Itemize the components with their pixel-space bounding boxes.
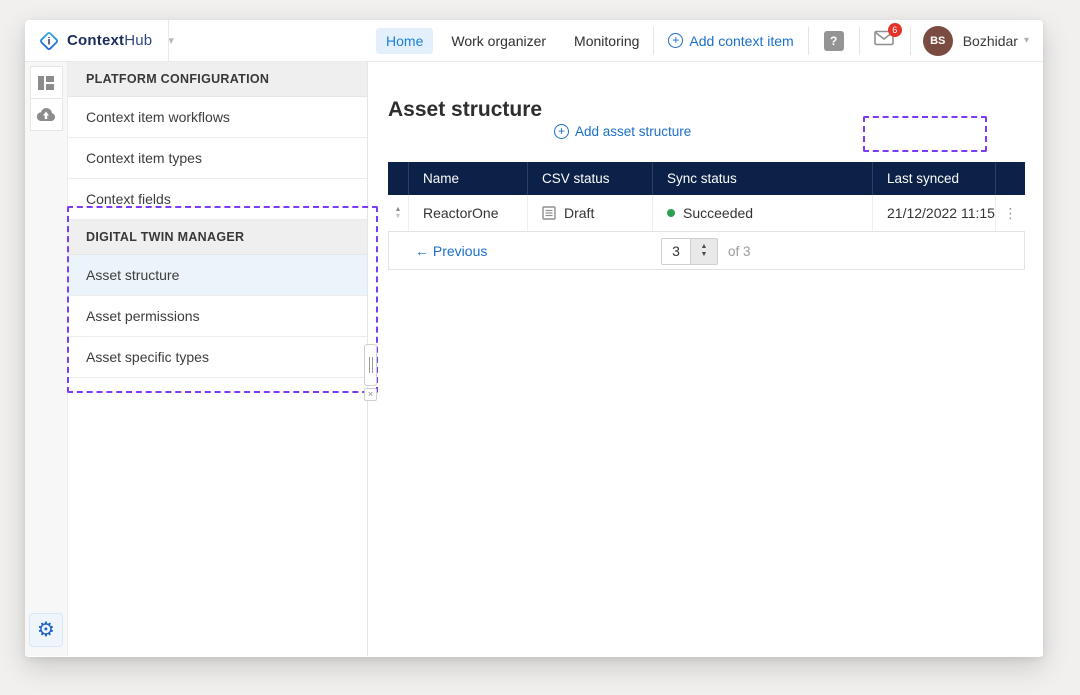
user-name: Bozhidar	[963, 33, 1018, 49]
sidebar-item-context-item-types[interactable]: Context item types	[68, 138, 367, 179]
divider	[653, 27, 654, 55]
add-asset-structure-label: Add asset structure	[575, 124, 691, 139]
column-header-csv-status[interactable]: CSV status	[527, 162, 652, 195]
row-reorder-cell: ▲ ▼	[388, 195, 408, 231]
cell-name: ReactorOne	[408, 195, 527, 231]
plus-circle-icon: +	[554, 124, 569, 139]
notification-badge: 6	[888, 23, 902, 37]
csv-status-label: Draft	[564, 205, 594, 221]
stepper-up-icon: ▲	[701, 243, 708, 251]
section-header-digital-twin-manager: DIGITAL TWIN MANAGER	[68, 220, 367, 255]
cell-actions: ⋮	[995, 195, 1025, 231]
app-body: ⚙ PLATFORM CONFIGURATION Context item wo…	[25, 62, 1043, 656]
previous-page-link[interactable]: ← Previous	[415, 243, 487, 259]
page-title: Asset structure	[388, 98, 542, 122]
cell-last-synced: 21/12/2022 11:15:...	[872, 195, 995, 231]
table-row[interactable]: ▲ ▼ ReactorOne Draft	[388, 195, 1025, 232]
table-header-spacer	[388, 162, 408, 195]
app-window: i ContextHub ▾ Home Work organizer Monit…	[25, 20, 1043, 657]
gear-icon: ⚙	[37, 620, 55, 640]
layout-icon	[37, 75, 55, 91]
brand-name: ContextHub	[67, 32, 152, 49]
column-header-last-synced[interactable]: Last synced	[872, 162, 995, 195]
section-header-platform-configuration: PLATFORM CONFIGURATION	[68, 62, 367, 97]
asset-table: Name CSV status Sync status Last synced …	[388, 162, 1025, 270]
status-dot-icon	[667, 209, 675, 217]
tab-monitoring[interactable]: Monitoring	[564, 28, 649, 54]
cell-csv-status: Draft	[527, 195, 652, 231]
sync-status-label: Succeeded	[683, 205, 753, 221]
plus-circle-icon: +	[668, 33, 683, 48]
sort-up-icon: ▲	[395, 206, 402, 213]
main-content: Asset structure + Add asset structure Na…	[368, 62, 1043, 656]
notifications-button[interactable]: 6	[874, 30, 894, 51]
page-number-input[interactable]	[661, 238, 691, 265]
kebab-menu-icon[interactable]: ⋮	[1004, 205, 1018, 222]
cell-sync-status: Succeeded	[652, 195, 872, 231]
resize-handle[interactable]	[364, 344, 377, 386]
table-header-actions-spacer	[995, 162, 1025, 195]
sort-arrows[interactable]: ▲ ▼	[395, 206, 402, 220]
stepper-down-icon: ▼	[701, 251, 708, 259]
sidebar-item-context-item-workflows[interactable]: Context item workflows	[68, 97, 367, 138]
add-context-item-button[interactable]: + Add context item	[668, 33, 793, 49]
page-stepper[interactable]: ▲ ▼	[691, 238, 718, 265]
logo[interactable]: i ContextHub ▾	[25, 20, 168, 61]
divider	[808, 27, 809, 55]
layout-view-button[interactable]	[30, 66, 63, 99]
icon-rail: ⚙	[25, 62, 68, 656]
top-header: i ContextHub ▾ Home Work organizer Monit…	[25, 20, 1043, 62]
column-header-sync-status[interactable]: Sync status	[652, 162, 872, 195]
sidebar-item-asset-specific-types[interactable]: Asset specific types	[68, 337, 367, 378]
page-selector: ▲ ▼ of 3	[661, 232, 751, 270]
avatar: BS	[923, 26, 953, 56]
page-count-label: of 3	[728, 244, 751, 259]
column-header-name[interactable]: Name	[408, 162, 527, 195]
chevron-down-icon[interactable]: ▾	[168, 34, 174, 47]
sidebar-item-asset-permissions[interactable]: Asset permissions	[68, 296, 367, 337]
settings-button[interactable]: ⚙	[29, 613, 63, 647]
divider	[910, 27, 911, 55]
tab-work-organizer[interactable]: Work organizer	[441, 28, 556, 54]
cloud-upload-icon	[36, 107, 56, 122]
sort-down-icon: ▼	[395, 213, 402, 220]
sidebar-item-asset-structure[interactable]: Asset structure	[68, 255, 367, 296]
sidebar: PLATFORM CONFIGURATION Context item work…	[68, 62, 368, 656]
table-header-row: Name CSV status Sync status Last synced	[388, 162, 1025, 195]
top-navigation: Home Work organizer Monitoring + Add con…	[372, 20, 1043, 61]
divider	[168, 20, 169, 62]
document-icon	[542, 206, 556, 220]
annotation-rect-add-asset	[863, 116, 987, 152]
tab-home[interactable]: Home	[376, 28, 433, 54]
user-menu[interactable]: BS Bozhidar ▾	[923, 26, 1029, 56]
cloud-upload-button[interactable]	[30, 98, 63, 131]
add-asset-structure-button[interactable]: + Add asset structure	[554, 124, 691, 139]
contexthub-logo-icon: i	[38, 30, 60, 52]
help-icon[interactable]: ?	[824, 31, 844, 51]
chevron-down-icon: ▾	[1024, 35, 1029, 46]
pagination-bar: ← Previous ▲ ▼ of 3	[388, 232, 1025, 270]
add-context-item-label: Add context item	[689, 33, 793, 49]
close-icon[interactable]: ×	[364, 388, 377, 401]
sidebar-item-context-fields[interactable]: Context fields	[68, 179, 367, 220]
svg-text:i: i	[48, 36, 51, 47]
divider	[859, 27, 860, 55]
